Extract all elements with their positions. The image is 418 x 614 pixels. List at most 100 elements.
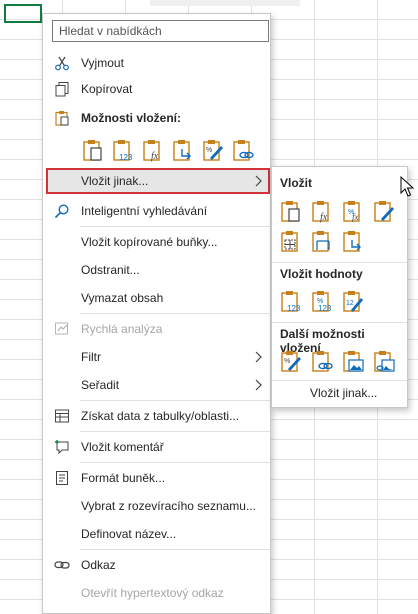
menu-item-label: Inteligentní vyhledávání xyxy=(81,204,208,218)
paste-values-icon[interactable]: 123 xyxy=(111,138,135,162)
format-cells-icon xyxy=(56,471,68,485)
paste-formulas-icon[interactable]: fx xyxy=(310,199,334,223)
ribbon-edge xyxy=(150,0,300,6)
menu-item-label: Seřadit xyxy=(81,378,120,392)
separator xyxy=(80,431,270,432)
search-input[interactable] xyxy=(52,20,269,42)
search-icon xyxy=(54,204,69,219)
menu-item-define-name[interactable]: Definovat název... xyxy=(44,522,270,546)
quick-analysis-icon xyxy=(55,322,68,335)
svg-text:12: 12 xyxy=(346,300,354,307)
paste-values-source-formatting-icon[interactable]: 12 xyxy=(341,289,365,313)
svg-text:%: % xyxy=(284,358,290,365)
menu-item-label: Vyjmout xyxy=(81,56,124,70)
context-menu: Vyjmout Kopírovat Možnosti vložení: 123 xyxy=(42,13,271,614)
menu-item-insert-comment[interactable]: Vložit komentář xyxy=(44,435,270,459)
menu-item-smart-lookup[interactable]: Inteligentní vyhledávání xyxy=(44,199,270,223)
submenu-values-row: 123 % 123 12 xyxy=(279,289,365,313)
paste-linked-picture-icon[interactable] xyxy=(372,349,396,373)
menu-item-label: Filtr xyxy=(81,350,101,364)
menu-item-format-cells[interactable]: Formát buněk... xyxy=(44,466,270,490)
chevron-right-icon xyxy=(255,175,262,187)
svg-text:123: 123 xyxy=(119,153,133,162)
mouse-cursor-icon xyxy=(400,176,414,197)
menu-item-insert-copied-cells[interactable]: Vložit kopírované buňky... xyxy=(44,230,270,254)
selected-cell[interactable] xyxy=(4,4,42,23)
paste-icon xyxy=(55,111,69,126)
menu-item-filter[interactable]: Filtr xyxy=(44,345,270,369)
menu-item-cut[interactable]: Vyjmout xyxy=(44,51,270,75)
menu-item-delete[interactable]: Odstranit... xyxy=(44,258,270,282)
menu-item-copy[interactable]: Kopírovat xyxy=(44,77,270,101)
menu-item-label: Získat data z tabulky/oblasti... xyxy=(81,409,240,423)
submenu-other-row: % xyxy=(279,349,396,373)
table-icon xyxy=(55,409,69,423)
menu-item-pick-from-list[interactable]: Vybrat z rozevíracího seznamu... xyxy=(44,494,270,518)
paste-options-header: Možnosti vložení: xyxy=(44,106,270,130)
paste-icon[interactable] xyxy=(279,199,303,223)
separator xyxy=(272,380,407,381)
separator xyxy=(272,322,407,323)
new-comment-icon xyxy=(55,440,69,455)
separator xyxy=(80,400,270,401)
menu-item-label: Definovat název... xyxy=(81,527,177,541)
separator xyxy=(80,313,270,314)
menu-item-label: Odstranit... xyxy=(81,263,140,277)
menu-item-label: Vložit komentář xyxy=(81,440,164,454)
menu-item-label: Otevřít hypertextový odkaz xyxy=(81,586,224,600)
svg-text:123: 123 xyxy=(318,304,332,313)
submenu-section-title: Vložit xyxy=(280,176,312,190)
menu-item-sort[interactable]: Seřadit xyxy=(44,373,270,397)
menu-item-label: Vymazat obsah xyxy=(81,291,164,305)
submenu-paste-row-1: fx % fx xyxy=(279,199,396,223)
paste-transpose-icon[interactable] xyxy=(341,229,365,253)
menu-item-quick-analysis: Rychlá analýza xyxy=(44,317,270,341)
paste-formulas-icon[interactable]: fx xyxy=(141,138,165,162)
menu-item-label: Vložit kopírované buňky... xyxy=(81,235,218,249)
submenu-paste-row-2 xyxy=(279,229,365,253)
separator xyxy=(80,549,270,550)
menu-item-label: Odkaz xyxy=(81,558,116,572)
separator xyxy=(272,262,407,263)
paste-options-row: 123 fx % xyxy=(81,138,255,162)
paste-no-borders-icon[interactable] xyxy=(279,229,303,253)
menu-item-label: Rychlá analýza xyxy=(81,322,163,336)
paste-link-icon[interactable] xyxy=(310,349,334,373)
svg-text:fx: fx xyxy=(151,151,159,162)
menu-item-clear-contents[interactable]: Vymazat obsah xyxy=(44,286,270,310)
separator xyxy=(80,226,270,227)
submenu-section-title: Vložit hodnoty xyxy=(280,267,363,281)
svg-text:fx: fx xyxy=(352,212,359,222)
paste-special-submenu: Vložit fx % fx Vložit hodnoty 123 % 123 … xyxy=(271,166,408,408)
paste-values-icon[interactable]: 123 xyxy=(279,289,303,313)
menu-item-paste-special[interactable]: Vložit jinak... xyxy=(44,169,270,193)
copy-icon xyxy=(55,82,69,97)
paste-formatting-icon[interactable]: % xyxy=(201,138,225,162)
paste-link-icon[interactable] xyxy=(231,138,255,162)
menu-item-link[interactable]: Odkaz xyxy=(44,553,270,577)
paste-keep-formatting-icon[interactable] xyxy=(372,199,396,223)
separator xyxy=(80,462,270,463)
svg-text:fx: fx xyxy=(320,212,328,223)
svg-text:123: 123 xyxy=(287,304,301,313)
menu-item-open-hyperlink: Otevřít hypertextový odkaz xyxy=(44,581,270,605)
link-icon xyxy=(54,561,70,569)
svg-text:%: % xyxy=(206,147,212,154)
paste-values-number-format-icon[interactable]: % 123 xyxy=(310,289,334,313)
scissors-icon xyxy=(55,56,69,71)
paste-formulas-number-format-icon[interactable]: % fx xyxy=(341,199,365,223)
chevron-right-icon xyxy=(255,379,262,391)
chevron-right-icon xyxy=(255,351,262,363)
paste-column-widths-icon[interactable] xyxy=(310,229,334,253)
menu-item-get-data[interactable]: Získat data z tabulky/oblasti... xyxy=(44,404,270,428)
paste-transpose-icon[interactable] xyxy=(171,138,195,162)
paste-picture-icon[interactable] xyxy=(341,349,365,373)
submenu-paste-special-link[interactable]: Vložit jinak... xyxy=(310,386,377,400)
paste-formatting-icon[interactable]: % xyxy=(279,349,303,373)
menu-item-label: Vybrat z rozevíracího seznamu... xyxy=(81,499,256,513)
paste-options-title: Možnosti vložení: xyxy=(81,111,181,125)
menu-item-label: Kopírovat xyxy=(81,82,133,96)
menu-item-label: Formát buněk... xyxy=(81,471,166,485)
menu-item-label: Vložit jinak... xyxy=(81,174,149,188)
paste-icon[interactable] xyxy=(81,138,105,162)
